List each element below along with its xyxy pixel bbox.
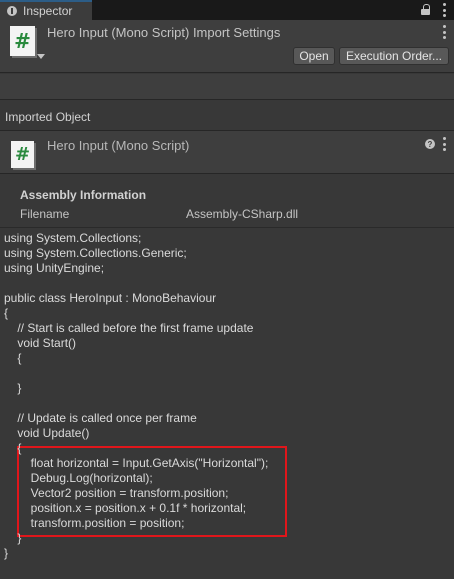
code-line: // Update is called once per frame [4,411,197,425]
section-heading: Imported Object [5,110,91,124]
help-icon[interactable]: ? [425,139,435,149]
kebab-menu-icon[interactable] [442,3,446,17]
code-line: } [4,546,9,560]
code-line: using System.Collections; [4,231,142,245]
code-line: using UnityEngine; [4,261,105,275]
page-title: Hero Input (Mono Script) Import Settings [47,25,281,40]
code-line: // Start is called before the first fram… [4,321,254,335]
object-kebab-menu-icon[interactable] [442,137,446,151]
code-line: transform.position = position; [4,516,185,530]
code-line: { [4,306,9,320]
filename-label: Filename [20,207,70,221]
code-line: void Start() [4,336,77,350]
assembly-information: Assembly Information Filename Assembly-C… [0,175,454,227]
execution-order-button[interactable]: Execution Order... [339,47,449,65]
header-kebab-menu-icon[interactable] [442,25,446,39]
lock-icon[interactable] [421,4,432,16]
object-title: Hero Input (Mono Script) [47,138,190,153]
script-source-preview: using System.Collections; using System.Co… [0,227,454,579]
code-line: using System.Collections.Generic; [4,246,187,260]
csharp-script-icon: # [10,26,35,56]
open-button[interactable]: Open [293,47,335,65]
code-line: { [4,441,22,455]
code-line: public class HeroInput : MonoBehaviour [4,291,217,305]
code-line: float horizontal = Input.GetAxis("Horizo… [4,456,269,470]
tab-label: Inspector [23,4,73,18]
csharp-script-icon: # [11,141,34,168]
empty-settings-strip [0,74,454,100]
tab-bar: Inspector [0,0,454,20]
code-line: { [4,351,22,365]
code-line: Debug.Log(horizontal); [4,471,153,485]
filename-value: Assembly-CSharp.dll [186,207,299,221]
chevron-down-icon[interactable] [37,54,45,59]
import-settings-header: # Hero Input (Mono Script) Import Settin… [0,20,454,73]
code-line: } [4,531,22,545]
imported-object-header: # Hero Input (Mono Script) ? [0,130,454,174]
info-icon [7,6,17,16]
assembly-title: Assembly Information [20,188,147,202]
code-line: position.x = position.x + 0.1f * horizon… [4,501,247,515]
tab-inspector[interactable]: Inspector [0,0,92,20]
code-line: void Update() [4,426,90,440]
code-line: } [4,381,22,395]
code-line: Vector2 position = transform.position; [4,486,229,500]
